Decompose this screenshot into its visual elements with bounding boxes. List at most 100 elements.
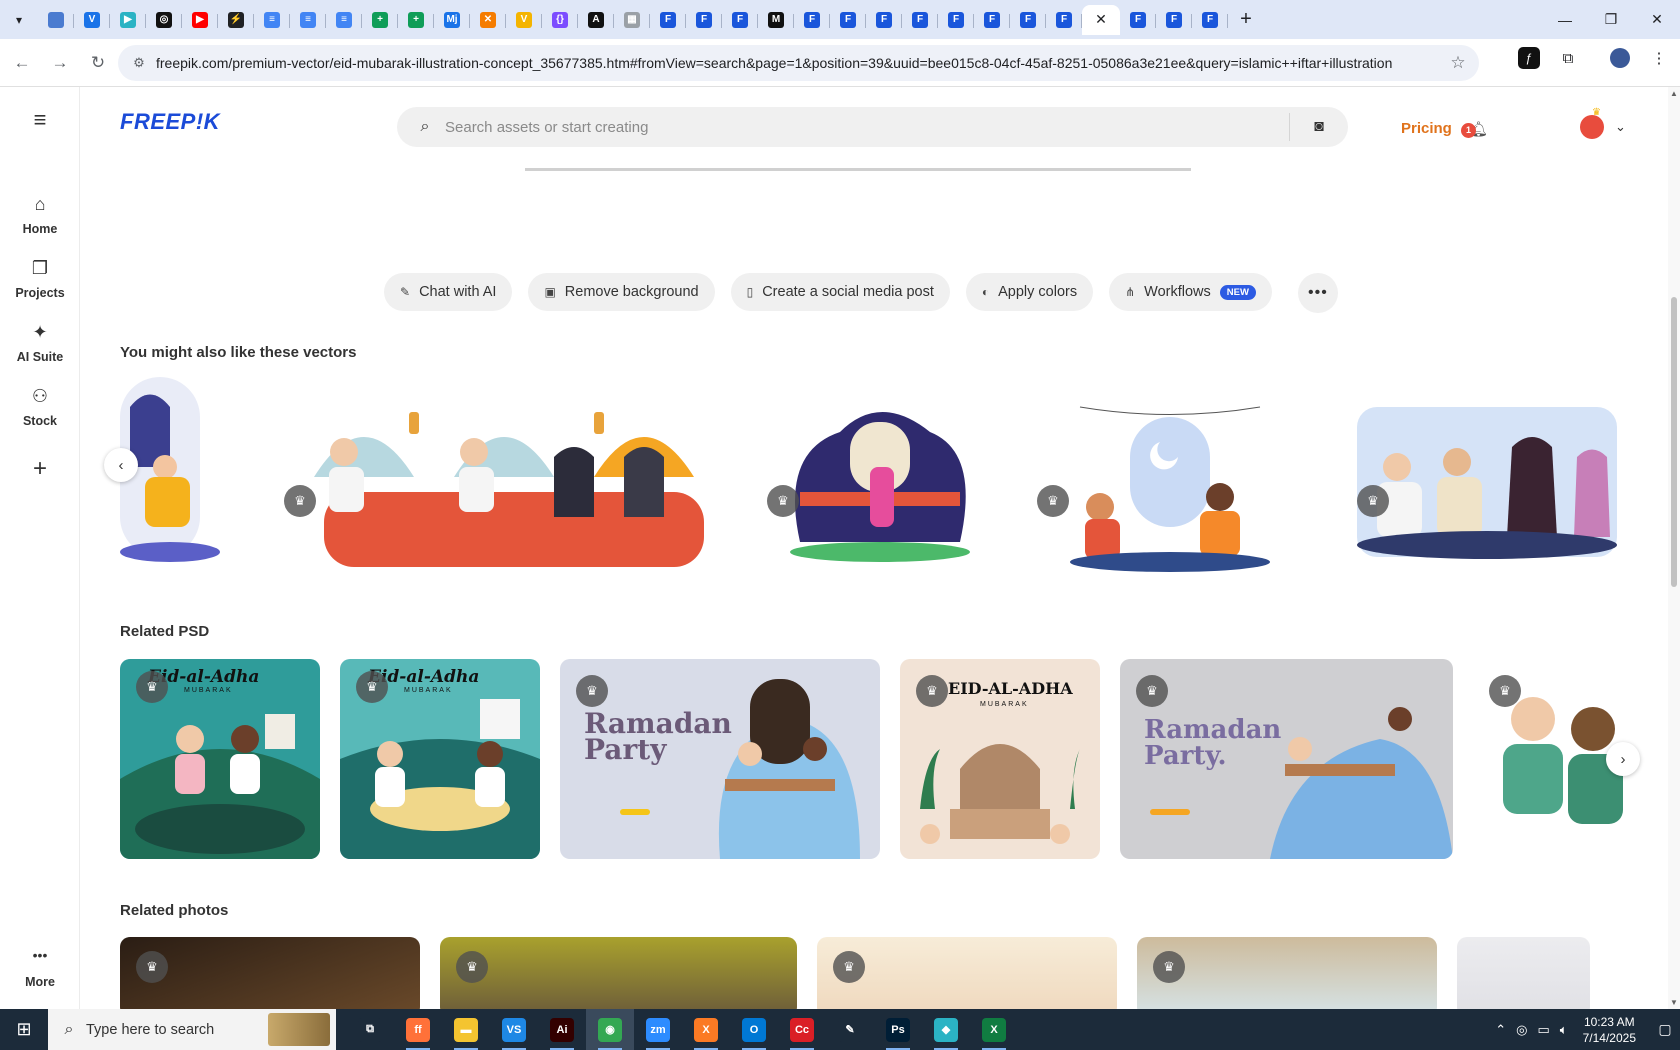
pricing-link[interactable]: Pricing [1401,120,1452,137]
chat-with-ai-button[interactable]: ✎ Chat with AI [384,273,513,311]
psd-card[interactable]: EID-AL-ADHA MUBARAK ♛ [900,659,1100,859]
browser-tab[interactable]: {} [542,5,578,35]
browser-tab[interactable]: V [74,5,110,35]
search-input[interactable] [445,118,1289,136]
taskbar-app-creative-cloud[interactable]: Cc [778,1009,826,1050]
restore-button[interactable]: ❐ [1588,0,1634,39]
vector-thumbnail[interactable] [284,377,724,577]
browser-tab[interactable]: V [506,5,542,35]
carousel-prev-button[interactable]: ‹ [104,448,138,482]
new-tab-button[interactable]: + [1232,6,1260,34]
browser-tab[interactable]: + [362,5,398,35]
psd-card[interactable]: ♛ [1473,659,1625,859]
browser-tab[interactable]: ≡ [254,5,290,35]
reload-button[interactable]: ↻ [82,47,114,79]
extension-f-icon[interactable]: ƒ [1518,47,1540,69]
forward-button[interactable]: → [44,47,76,79]
browser-tab[interactable]: F [1010,5,1046,35]
psd-card[interactable]: Ramadan Party. ♛ [1120,659,1453,859]
browser-tab[interactable]: ▦ [614,5,650,35]
apply-colors-button[interactable]: ◐ Apply colors [965,273,1094,311]
extensions-puzzle-icon[interactable]: ⧉ [1554,44,1582,72]
taskbar-app-vscode[interactable]: VS [490,1009,538,1050]
volume-icon[interactable]: 🔈︎ [1560,1022,1568,1038]
sidebar-item-stock[interactable]: ⚇ Stock [0,386,80,428]
browser-tab[interactable]: ▶ [182,5,218,35]
hamburger-menu-icon[interactable]: ≡ [28,109,52,133]
address-bar[interactable]: ⚙ freepik.com/premium-vector/eid-mubarak… [118,45,1479,81]
taskbar-search-box[interactable]: ⌕ Type here to search [48,1009,336,1050]
freepik-logo[interactable]: FREEP!K [120,109,220,135]
site-info-icon[interactable]: ⚙ [126,55,152,71]
minimize-button[interactable]: — [1542,0,1588,39]
create-social-post-button[interactable]: ▯ Create a social media post [730,273,950,311]
photo-thumbnail[interactable]: ♛ [440,937,797,1009]
taskbar-app-app-diamond[interactable]: ◆ [922,1009,970,1050]
psd-card[interactable]: Ramadan Party ♛ [560,659,880,859]
browser-tab[interactable]: ▶ [110,5,146,35]
scrollbar-thumb[interactable] [1671,297,1677,587]
close-window-button[interactable]: ✕ [1634,0,1680,39]
browser-tab-active[interactable]: ✕ [1082,4,1120,35]
scroll-up-arrow-icon[interactable]: ▲ [1670,89,1678,98]
taskbar-app-xampp[interactable]: X [682,1009,730,1050]
user-avatar[interactable]: ♛ [1580,107,1604,139]
chrome-menu-icon[interactable]: ⋮ [1645,44,1673,72]
browser-tab[interactable]: F [650,5,686,35]
photo-thumbnail[interactable] [1457,937,1590,1009]
browser-tab[interactable]: F [722,5,758,35]
notification-center-icon[interactable]: ▢ [1650,1021,1680,1038]
browser-tab[interactable]: F [830,5,866,35]
browser-tab[interactable]: F [686,5,722,35]
notifications-bell-icon[interactable]: 🔔︎ 1 [1461,119,1488,143]
workflows-button[interactable]: ⋔ Workflows NEW [1109,273,1272,311]
browser-tab[interactable]: ⚡ [218,5,254,35]
sidebar-item-ai-suite[interactable]: ✦ AI Suite [0,322,80,364]
bookmark-star-icon[interactable]: ☆ [1443,53,1473,73]
browser-tab[interactable]: ✕ [470,5,506,35]
camera-search-icon[interactable]: ◙ [1290,118,1348,136]
taskbar-app-task-view[interactable]: ⧉ [346,1009,394,1050]
browser-tab[interactable]: F [1192,5,1228,35]
browser-tab[interactable]: A [578,5,614,35]
browser-tab[interactable]: F [1046,5,1082,35]
tray-chevron-up-icon[interactable]: ⌃ [1495,1022,1506,1038]
browser-tab[interactable] [38,5,74,35]
taskbar-app-zoom[interactable]: zm [634,1009,682,1050]
browser-tab[interactable]: F [794,5,830,35]
sidebar-item-home[interactable]: ⌂ Home [0,194,80,236]
psd-card[interactable]: Eid-al-Adha MUBARAK ♛ [120,659,320,859]
chevron-down-icon[interactable]: ⌄ [1615,119,1626,135]
taskbar-app-illustrator[interactable]: Ai [538,1009,586,1050]
taskbar-clock[interactable]: 10:23 AM 7/14/2025 [1583,1014,1636,1046]
taskbar-app-file-explorer[interactable]: ▬ [442,1009,490,1050]
taskbar-app-excel[interactable]: X [970,1009,1018,1050]
browser-tab[interactable]: F [1120,5,1156,35]
browser-tab[interactable]: Mj [434,5,470,35]
taskbar-app-chrome[interactable]: ◉ [586,1009,634,1050]
browser-tab[interactable]: F [866,5,902,35]
page-scrollbar[interactable]: ▲ ▼ [1668,87,1680,1009]
browser-tab[interactable]: F [974,5,1010,35]
sidebar-item-projects[interactable]: ❐ Projects [0,258,80,300]
taskbar-app-firefox[interactable]: ff [394,1009,442,1050]
browser-tab[interactable]: F [902,5,938,35]
carousel-next-button[interactable]: › [1606,742,1640,776]
more-actions-button[interactable]: ••• [1297,273,1338,313]
psd-card[interactable]: Eid-al-Adha MUBARAK ♛ [340,659,540,859]
network-icon[interactable]: ▭ [1538,1022,1550,1038]
browser-tab[interactable]: M [758,5,794,35]
vector-thumbnail[interactable] [780,392,980,567]
taskbar-app-outlook[interactable]: O [730,1009,778,1050]
photo-thumbnail[interactable]: ♛ [1137,937,1437,1009]
photo-thumbnail[interactable]: ♛ [120,937,420,1009]
photo-thumbnail[interactable]: ♛ [817,937,1117,1009]
remove-background-button[interactable]: ▣ Remove background [528,273,715,311]
profile-avatar[interactable] [1606,44,1634,72]
vector-thumbnail[interactable] [1060,387,1280,572]
browser-tab[interactable]: ◎ [146,5,182,35]
taskbar-app-photoshop[interactable]: Ps [874,1009,922,1050]
windows-start-button[interactable]: ⊞ [0,1009,48,1050]
browser-tab[interactable]: F [938,5,974,35]
browser-tab[interactable]: ≡ [290,5,326,35]
